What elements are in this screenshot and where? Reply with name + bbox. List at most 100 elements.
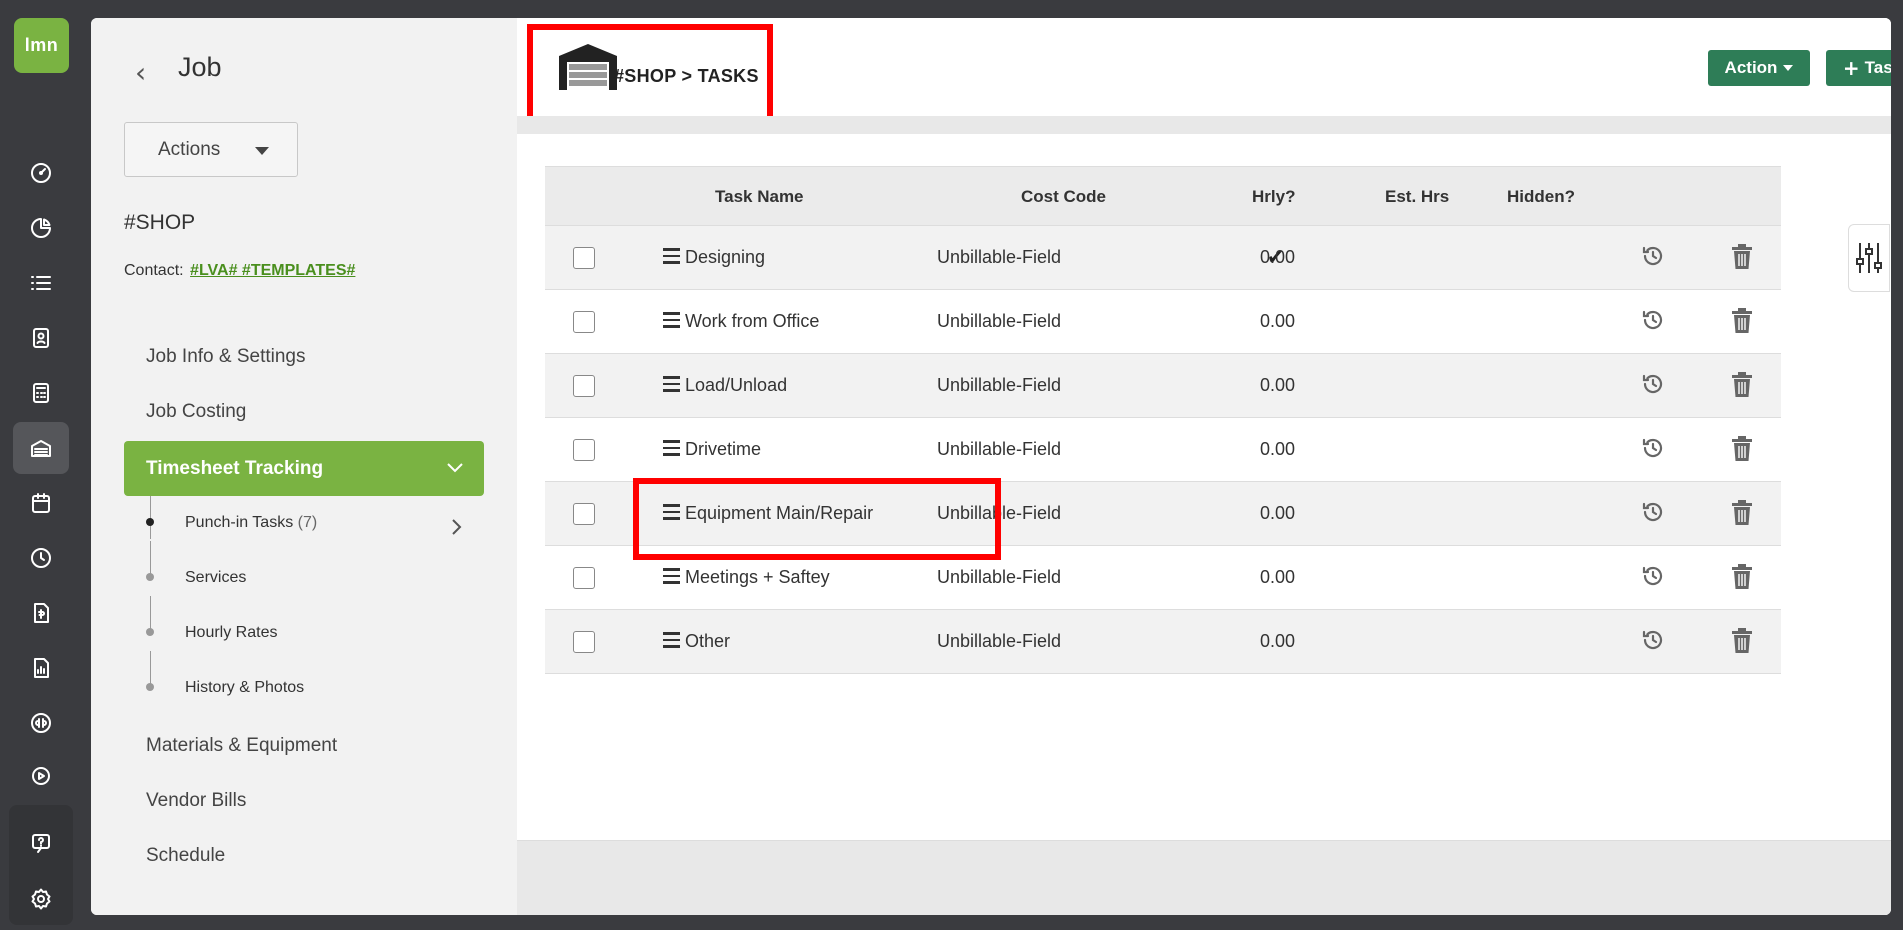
table-row[interactable]: Drivetime Unbillable-Field 0.00 xyxy=(545,418,1781,482)
actions-label: Actions xyxy=(158,138,221,160)
trash-icon[interactable] xyxy=(1731,308,1753,339)
settings-icon[interactable] xyxy=(13,873,69,925)
col-hourly[interactable]: Hrly? xyxy=(1252,187,1295,207)
drag-handle-icon[interactable] xyxy=(663,312,680,332)
contact-card-icon[interactable] xyxy=(13,312,69,364)
history-icon[interactable] xyxy=(1641,372,1665,401)
col-est-hrs[interactable]: Est. Hrs xyxy=(1385,187,1449,207)
history-icon[interactable] xyxy=(1641,628,1665,657)
est-hrs-cell: 0.00 xyxy=(1259,311,1295,331)
tasks-table: Task Name Cost Code Hrly? Est. Hrs Hidde… xyxy=(545,166,1781,674)
lmn-logo[interactable]: lmn xyxy=(14,18,69,73)
history-icon[interactable] xyxy=(1641,244,1665,273)
icon-rail: lmn xyxy=(0,0,82,930)
trash-icon[interactable] xyxy=(1731,628,1753,659)
contact-line: Contact: #LVA# #TEMPLATES# xyxy=(124,262,355,280)
history-icon[interactable] xyxy=(1641,564,1665,593)
filter-sliders-icon[interactable] xyxy=(1848,224,1890,292)
garage-icon[interactable] xyxy=(13,422,69,474)
drag-handle-icon[interactable] xyxy=(663,568,680,588)
cost-code-cell: Unbillable-Field xyxy=(937,375,1062,395)
play-icon[interactable] xyxy=(13,750,69,802)
trash-icon[interactable] xyxy=(1731,372,1753,403)
dashboard-icon[interactable] xyxy=(13,147,69,199)
task-name-cell[interactable]: Meetings + Saftey xyxy=(685,567,830,588)
row-checkbox[interactable] xyxy=(573,311,595,333)
action-dropdown-button[interactable]: Action xyxy=(1708,50,1810,86)
nav-schedule[interactable]: Schedule xyxy=(146,845,225,867)
list-icon[interactable] xyxy=(13,257,69,309)
est-hrs-cell: 0.00 xyxy=(1259,375,1295,395)
contact-link[interactable]: #LVA# #TEMPLATES# xyxy=(190,262,355,279)
task-name-cell[interactable]: Work from Office xyxy=(685,311,819,332)
job-panel: ‹ Job Actions #SHOP Contact: #LVA# #TEMP… xyxy=(91,18,517,915)
tasks-content: #SHOP > TASKS Action + Task Task Name Co… xyxy=(517,18,1891,915)
subnav-history-photos[interactable]: History & Photos xyxy=(185,679,304,697)
drag-handle-icon[interactable] xyxy=(663,632,680,652)
table-body: Designing Unbillable-Field ✔ 0.00 Work from … xyxy=(545,226,1781,674)
history-icon[interactable] xyxy=(1641,436,1665,465)
nav-vendor-bills[interactable]: Vendor Bills xyxy=(146,790,246,812)
nav-timesheet-label: Timesheet Tracking xyxy=(146,457,324,479)
report-icon[interactable] xyxy=(13,642,69,694)
clock-icon[interactable] xyxy=(13,532,69,584)
chevron-down-icon xyxy=(446,458,464,479)
task-name-cell[interactable]: Drivetime xyxy=(685,439,761,460)
task-name-cell[interactable]: Other xyxy=(685,631,730,652)
trash-icon[interactable] xyxy=(1731,436,1753,467)
row-checkbox[interactable] xyxy=(573,439,595,461)
col-cost-code[interactable]: Cost Code xyxy=(1021,187,1106,207)
table-row[interactable]: Load/Unload Unbillable-Field 0.00 xyxy=(545,354,1781,418)
pie-chart-icon[interactable] xyxy=(13,202,69,254)
nav-job-info[interactable]: Job Info & Settings xyxy=(146,346,306,368)
task-label: Task xyxy=(1864,58,1891,77)
drag-handle-icon[interactable] xyxy=(663,248,680,268)
nav-materials-equipment[interactable]: Materials & Equipment xyxy=(146,735,337,757)
tree-dot xyxy=(146,573,154,581)
help-icon[interactable] xyxy=(13,817,69,869)
highlight-box xyxy=(633,478,1001,560)
back-chevron-icon[interactable]: ‹ xyxy=(135,56,146,89)
row-checkbox[interactable] xyxy=(573,503,595,525)
table-row[interactable]: Designing Unbillable-Field ✔ 0.00 xyxy=(545,226,1781,290)
task-name-cell[interactable]: Load/Unload xyxy=(685,375,787,396)
table-row[interactable]: Work from Office Unbillable-Field 0.00 xyxy=(545,290,1781,354)
table-row[interactable]: Other Unbillable-Field 0.00 xyxy=(545,610,1781,674)
footer-bar xyxy=(517,840,1891,915)
subnav-label: Punch-in Tasks xyxy=(185,514,294,531)
trash-icon[interactable] xyxy=(1731,500,1753,531)
subnav-services[interactable]: Services xyxy=(185,569,246,587)
trash-icon[interactable] xyxy=(1731,564,1753,595)
plus-icon: + xyxy=(1842,56,1860,80)
cost-code-cell: Unbillable-Field xyxy=(937,311,1062,331)
row-checkbox[interactable] xyxy=(573,631,595,653)
history-icon[interactable] xyxy=(1641,308,1665,337)
nav-job-costing[interactable]: Job Costing xyxy=(146,401,246,423)
subnav-hourly-rates[interactable]: Hourly Rates xyxy=(185,624,277,642)
invoice-icon[interactable] xyxy=(13,587,69,639)
row-checkbox[interactable] xyxy=(573,375,595,397)
nav-timesheet-tracking[interactable]: Timesheet Tracking xyxy=(124,441,484,496)
drag-handle-icon[interactable] xyxy=(663,440,680,460)
history-icon[interactable] xyxy=(1641,500,1665,529)
row-checkbox[interactable] xyxy=(573,247,595,269)
page-header: #SHOP > TASKS Action + Task xyxy=(517,18,1891,122)
calculator-icon[interactable] xyxy=(13,367,69,419)
add-task-button[interactable]: + Task xyxy=(1826,50,1891,86)
calendar-icon[interactable] xyxy=(13,477,69,529)
est-hrs-cell: 0.00 xyxy=(1259,631,1295,651)
contact-label: Contact: xyxy=(124,262,184,279)
subnav-punch-in-tasks[interactable]: Punch-in Tasks (7) xyxy=(185,514,317,532)
header-divider xyxy=(517,116,1891,134)
panel-title: Job xyxy=(178,52,222,82)
drag-handle-icon[interactable] xyxy=(663,376,680,396)
task-name-cell[interactable]: Designing xyxy=(685,247,765,268)
row-checkbox[interactable] xyxy=(573,567,595,589)
tree-dot xyxy=(146,683,154,691)
trash-icon[interactable] xyxy=(1731,244,1753,275)
col-hidden[interactable]: Hidden? xyxy=(1507,187,1575,207)
actions-dropdown-button[interactable]: Actions xyxy=(124,122,298,177)
col-task-name[interactable]: Task Name xyxy=(715,187,804,207)
chevron-right-icon[interactable] xyxy=(451,518,463,542)
quickbooks-icon[interactable] xyxy=(13,697,69,749)
